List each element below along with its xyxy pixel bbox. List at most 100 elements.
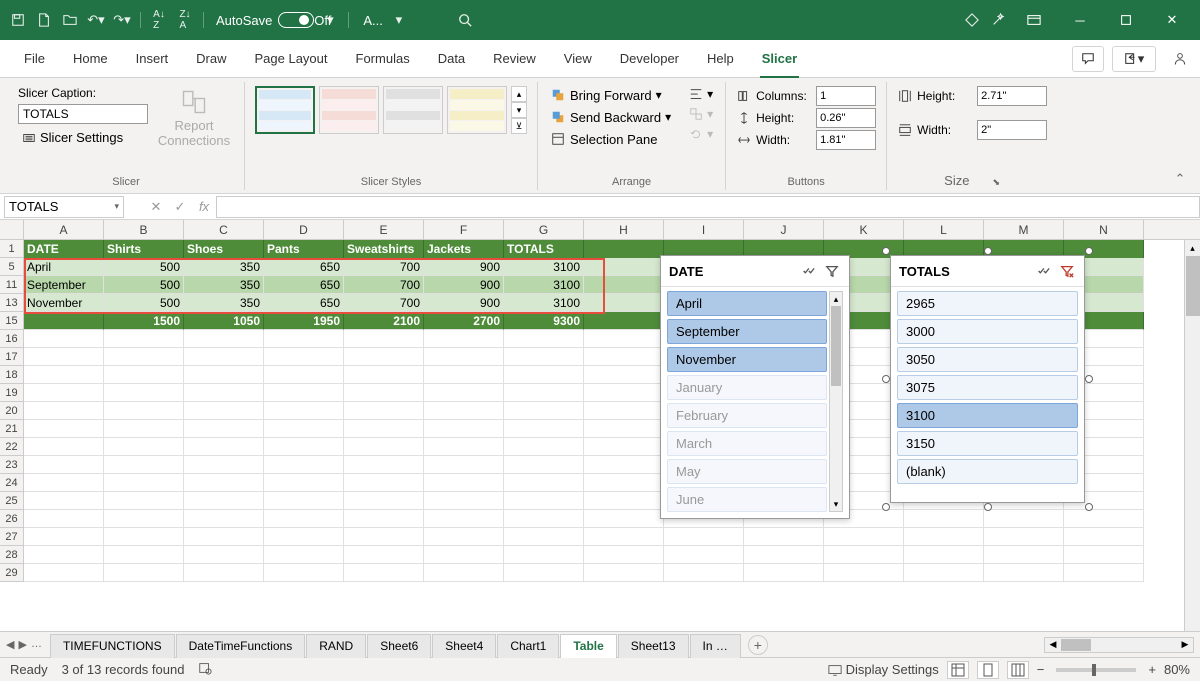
cell[interactable]: [184, 474, 264, 492]
cell[interactable]: 350: [184, 258, 264, 276]
cell[interactable]: [264, 528, 344, 546]
row-header[interactable]: 27: [0, 528, 24, 546]
open-file-icon[interactable]: [60, 10, 80, 30]
cell[interactable]: [344, 456, 424, 474]
minimize-icon[interactable]: ─: [1060, 5, 1100, 35]
name-box[interactable]: TOTALS▾: [4, 196, 124, 218]
cell[interactable]: [824, 546, 904, 564]
share-button[interactable]: ▾: [1112, 46, 1156, 72]
row-header[interactable]: 1: [0, 240, 24, 258]
cell[interactable]: 500: [104, 258, 184, 276]
cell[interactable]: [504, 420, 584, 438]
sheet-tab[interactable]: RAND: [306, 634, 366, 658]
cell[interactable]: [264, 330, 344, 348]
cell[interactable]: [504, 546, 584, 564]
menu-draw[interactable]: Draw: [182, 40, 240, 78]
spreadsheet-grid[interactable]: ABCDEFGHIJKLMN 1DATEShirtsShoesPantsSwea…: [0, 220, 1200, 631]
cell[interactable]: [504, 474, 584, 492]
cell[interactable]: [584, 330, 664, 348]
slicer-totals[interactable]: TOTALS 296530003050307531003150(blank): [890, 255, 1085, 503]
cell[interactable]: [264, 564, 344, 582]
cell[interactable]: [264, 438, 344, 456]
cell[interactable]: [344, 348, 424, 366]
account-icon[interactable]: [1170, 49, 1190, 69]
cell[interactable]: 3100: [504, 294, 584, 312]
cell[interactable]: 900: [424, 276, 504, 294]
cell[interactable]: [344, 474, 424, 492]
style-thumb-4[interactable]: [447, 86, 507, 134]
cell[interactable]: [184, 456, 264, 474]
wand-icon[interactable]: [988, 10, 1008, 30]
formula-input[interactable]: [216, 196, 1200, 218]
row-header[interactable]: 15: [0, 312, 24, 330]
cell[interactable]: [24, 330, 104, 348]
cell[interactable]: [104, 564, 184, 582]
cell[interactable]: [744, 564, 824, 582]
multi-select-icon[interactable]: [1034, 262, 1052, 280]
send-backward-button[interactable]: Send Backward ▾: [548, 108, 673, 126]
slicer-item[interactable]: 3150: [897, 431, 1078, 456]
cell[interactable]: [24, 420, 104, 438]
row-header[interactable]: 28: [0, 546, 24, 564]
dropdown-icon[interactable]: ▾: [320, 10, 340, 30]
select-all-corner[interactable]: [0, 220, 24, 239]
cell[interactable]: [584, 528, 664, 546]
cell[interactable]: [344, 438, 424, 456]
cell[interactable]: [104, 474, 184, 492]
cell[interactable]: [984, 510, 1064, 528]
cell[interactable]: [264, 546, 344, 564]
cell[interactable]: [904, 528, 984, 546]
cell[interactable]: [184, 438, 264, 456]
cell[interactable]: [984, 546, 1064, 564]
cell[interactable]: [1064, 510, 1144, 528]
cell[interactable]: 650: [264, 276, 344, 294]
row-header[interactable]: 29: [0, 564, 24, 582]
slicer-style-gallery[interactable]: ▴ ▾ ⊻: [255, 86, 527, 134]
cell[interactable]: [504, 528, 584, 546]
tab-nav-next[interactable]: ▶: [18, 638, 26, 651]
cell[interactable]: [424, 330, 504, 348]
cell[interactable]: [424, 384, 504, 402]
cell[interactable]: [184, 564, 264, 582]
cell[interactable]: [584, 348, 664, 366]
cell[interactable]: [104, 384, 184, 402]
zoom-slider[interactable]: [1056, 668, 1136, 672]
cell[interactable]: [344, 384, 424, 402]
cell[interactable]: 9300: [504, 312, 584, 330]
row-header[interactable]: 19: [0, 384, 24, 402]
cell[interactable]: [584, 546, 664, 564]
cell[interactable]: [504, 330, 584, 348]
cell[interactable]: [104, 528, 184, 546]
row-header[interactable]: 21: [0, 420, 24, 438]
cell[interactable]: [424, 510, 504, 528]
cell[interactable]: [344, 330, 424, 348]
cell[interactable]: [424, 546, 504, 564]
cell[interactable]: [264, 492, 344, 510]
page-break-view-button[interactable]: [1007, 661, 1029, 679]
columns-input[interactable]: [816, 86, 876, 106]
cell[interactable]: [264, 402, 344, 420]
cell[interactable]: [664, 528, 744, 546]
col-header-J[interactable]: J: [744, 220, 824, 239]
cell[interactable]: [424, 402, 504, 420]
sheet-tab[interactable]: TIMEFUNCTIONS: [50, 634, 175, 658]
row-header[interactable]: 25: [0, 492, 24, 510]
row-header[interactable]: 17: [0, 348, 24, 366]
cell[interactable]: [984, 528, 1064, 546]
zoom-in-button[interactable]: +: [1148, 662, 1156, 677]
cell[interactable]: [104, 438, 184, 456]
cell[interactable]: [24, 528, 104, 546]
save-icon[interactable]: [8, 10, 28, 30]
cell[interactable]: [584, 366, 664, 384]
cell[interactable]: [424, 474, 504, 492]
align-button[interactable]: ▾: [687, 86, 715, 102]
cell[interactable]: [664, 546, 744, 564]
row-header[interactable]: 20: [0, 402, 24, 420]
cell[interactable]: [344, 528, 424, 546]
cell[interactable]: [584, 420, 664, 438]
page-layout-view-button[interactable]: [977, 661, 999, 679]
col-header-D[interactable]: D: [264, 220, 344, 239]
diamond-icon[interactable]: [962, 10, 982, 30]
rotate-button[interactable]: ▾: [687, 126, 715, 142]
col-header-K[interactable]: K: [824, 220, 904, 239]
